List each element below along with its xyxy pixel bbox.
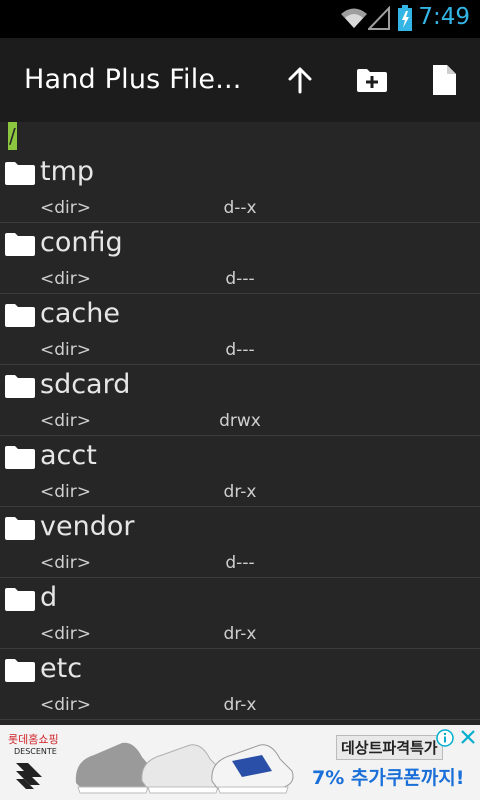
- file-type: <dir>: [40, 269, 91, 289]
- status-bar: 7:49: [0, 0, 480, 38]
- battery-icon: [398, 5, 412, 35]
- file-type: <dir>: [40, 411, 91, 431]
- file-type: <dir>: [40, 553, 91, 573]
- new-folder-icon: [357, 69, 387, 92]
- new-folder-button[interactable]: [350, 58, 394, 102]
- ad-info-icon[interactable]: [436, 729, 454, 751]
- ad-close-icon[interactable]: [460, 729, 476, 749]
- list-item[interactable]: acct <dir> dr-x: [0, 436, 480, 507]
- ad-headline: 데상트파격특가: [336, 735, 443, 760]
- list-item[interactable]: d <dir> dr-x: [0, 578, 480, 649]
- file-name: cache: [40, 298, 120, 329]
- navigate-up-button[interactable]: [278, 58, 322, 102]
- file-name: tmp: [40, 156, 95, 187]
- descente-logo-icon: [14, 759, 44, 795]
- status-time: 7:49: [418, 4, 470, 30]
- file-permissions: d--x: [223, 198, 257, 218]
- signal-icon: [366, 5, 390, 34]
- list-item[interactable]: etc <dir> dr-x: [0, 649, 480, 720]
- file-name: config: [40, 227, 123, 258]
- file-name: sdcard: [40, 369, 131, 400]
- folder-icon: [4, 373, 36, 403]
- path-bar: /: [0, 122, 480, 152]
- ad-banner[interactable]: 롯데홈쇼핑 DESCENTE 데상트파격특가 7% 추가쿠폰까지!: [0, 725, 480, 800]
- file-permissions: d---: [225, 340, 255, 360]
- file-name: d: [40, 582, 58, 613]
- file-type: <dir>: [40, 340, 91, 360]
- list-item[interactable]: tmp <dir> d--x: [0, 152, 480, 223]
- folder-icon: [4, 657, 36, 687]
- file-permissions: d---: [225, 269, 255, 289]
- file-name: etc: [40, 653, 83, 684]
- file-permissions: d---: [225, 553, 255, 573]
- arrow-up-icon: [288, 67, 312, 94]
- folder-icon: [4, 160, 36, 190]
- app-title: Hand Plus File...: [24, 64, 242, 95]
- list-item[interactable]: vendor <dir> d---: [0, 507, 480, 578]
- folder-icon: [4, 515, 36, 545]
- file-name: vendor: [40, 511, 135, 542]
- ad-brand-sub: DESCENTE: [14, 747, 57, 756]
- folder-icon: [4, 302, 36, 332]
- action-bar: Hand Plus File...: [0, 38, 480, 122]
- ad-brand: 롯데홈쇼핑: [8, 733, 59, 746]
- file-permissions: dr-x: [223, 624, 257, 644]
- file-type: <dir>: [40, 482, 91, 502]
- list-item[interactable]: sdcard <dir> drwx: [0, 365, 480, 436]
- current-path[interactable]: /: [8, 122, 17, 150]
- file-permissions: dr-x: [223, 482, 257, 502]
- file-type: <dir>: [40, 198, 91, 218]
- folder-icon: [4, 231, 36, 261]
- file-type: <dir>: [40, 695, 91, 715]
- new-file-button[interactable]: [422, 58, 466, 102]
- folder-icon: [4, 444, 36, 474]
- list-item[interactable]: config <dir> d---: [0, 223, 480, 294]
- file-type: <dir>: [40, 624, 91, 644]
- file-permissions: drwx: [219, 411, 261, 431]
- file-permissions: dr-x: [223, 695, 257, 715]
- file-list: tmp <dir> d--x config <dir> d--- cache <…: [0, 152, 480, 720]
- file-name: acct: [40, 440, 97, 471]
- ad-subheadline: 7% 추가쿠폰까지!: [312, 767, 465, 789]
- list-item[interactable]: cache <dir> d---: [0, 294, 480, 365]
- wifi-icon: [340, 6, 368, 34]
- folder-icon: [4, 586, 36, 616]
- new-file-icon: [433, 65, 456, 95]
- ad-shoes-image: [72, 731, 304, 800]
